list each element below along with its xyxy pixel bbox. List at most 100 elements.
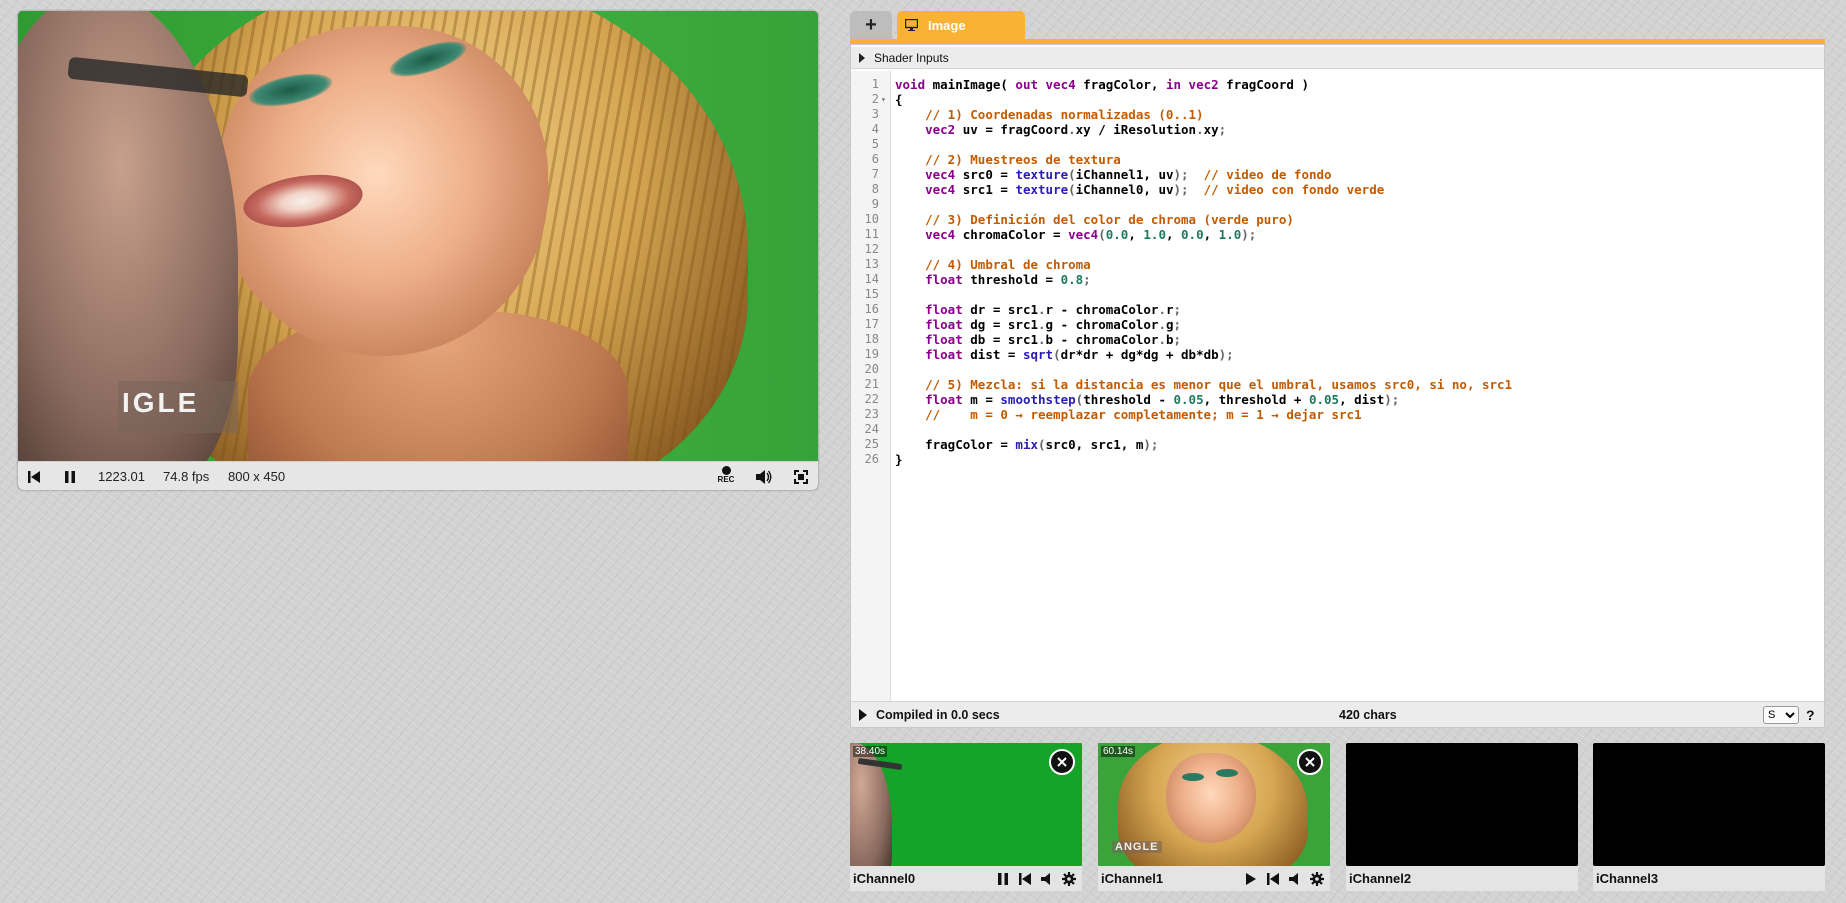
code-text: // m = 0 → reemplazar completamente; m =…: [925, 407, 1362, 422]
channel-thumb-eye: [1182, 773, 1204, 781]
code-text: // 5) Mezcla: si la distancia es menor q…: [925, 377, 1513, 392]
channel-bar: iChannel0: [850, 866, 1082, 891]
code-line: 1 void mainImage( out vec4 fragColor, in …: [851, 77, 1824, 92]
line-number: 16: [864, 302, 879, 316]
plus-icon: +: [865, 14, 877, 36]
code-text: float dr = src1.r - chromaColor.r;: [925, 302, 1182, 317]
remove-channel-button[interactable]: [1049, 749, 1075, 775]
code-text: vec4 src0 = texture(iChannel1, uv); // v…: [925, 167, 1332, 182]
channel-rewind-button[interactable]: [1266, 872, 1280, 886]
code-line: 8 vec4 src1 = texture(iChannel0, uv); //…: [851, 182, 1824, 197]
shader-inputs-label: Shader Inputs: [874, 50, 949, 65]
code-lines: 1 void mainImage( out vec4 fragColor, in …: [851, 77, 1824, 467]
channel-label: iChannel2: [1349, 871, 1412, 886]
line-number: 7: [871, 167, 879, 181]
monitor-icon: [905, 19, 918, 31]
remove-channel-button[interactable]: [1297, 749, 1323, 775]
fps-display: 74.8 fps: [163, 469, 210, 484]
channel-settings-button[interactable]: [1310, 871, 1324, 886]
code-line: 4 vec2 uv = fragCoord.xy / iResolution.x…: [851, 122, 1824, 137]
code-text: float dg = src1.g - chromaColor.g;: [925, 317, 1182, 332]
compile-button[interactable]: [859, 709, 867, 721]
line-number: 24: [864, 422, 879, 436]
code-text: // 1) Coordenadas normalizadas (0..1): [925, 107, 1204, 122]
code-text: fragColor = mix(src0, src1, m);: [895, 437, 1159, 452]
code-line: 23 // m = 0 → reemplazar completamente; …: [851, 407, 1824, 422]
code-text: float db = src1.b - chromaColor.b;: [925, 332, 1182, 347]
line-number: 23: [864, 407, 879, 421]
pause-icon: [65, 471, 75, 483]
code-text: float threshold = 0.8;: [925, 272, 1091, 287]
help-button[interactable]: ?: [1806, 702, 1815, 728]
fullscreen-button[interactable]: [792, 468, 810, 486]
channel-thumb-logo: ANGLE: [1112, 841, 1162, 853]
line-number: 2: [871, 92, 879, 106]
render-canvas[interactable]: IGLE: [18, 11, 818, 461]
code-line: 14 float threshold = 0.8;: [851, 272, 1824, 287]
channel-controls: [1244, 871, 1324, 886]
channel-bar: iChannel3: [1593, 866, 1825, 891]
code-text: void mainImage( out vec4 fragColor, in v…: [895, 77, 1309, 92]
line-number: 12: [864, 242, 879, 256]
channel-volume-button[interactable]: [1288, 872, 1302, 886]
code-line: 12: [851, 242, 1824, 257]
channel-pause-button[interactable]: [996, 872, 1010, 886]
code-text: vec2 uv = fragCoord.xy / iResolution.xy;: [925, 122, 1227, 137]
channel-rewind-button[interactable]: [1018, 872, 1032, 886]
pause-icon: [998, 872, 1008, 885]
pause-button[interactable]: [61, 468, 79, 486]
code-text: // 2) Muestreos de textura: [925, 152, 1121, 167]
line-number: 10: [864, 212, 879, 226]
shader-player: IGLE 1223.01 74.8 fps 800 x 450 REC: [18, 11, 818, 490]
line-number: 25: [864, 437, 879, 451]
close-icon: [1057, 757, 1067, 767]
record-label: REC: [717, 475, 735, 484]
fold-marker-icon[interactable]: ▾: [881, 92, 890, 107]
code-line: 10 // 3) Definición del color de chroma …: [851, 212, 1824, 227]
line-number: 1: [871, 77, 879, 91]
gear-icon: [1310, 871, 1324, 886]
shader-inputs-toggle[interactable]: Shader Inputs: [851, 47, 1824, 69]
channel-play-button[interactable]: [1244, 872, 1258, 886]
channel-preview-empty[interactable]: [1346, 743, 1578, 866]
rewind-icon: [1019, 872, 1031, 885]
channel-time: 60.14s: [1101, 746, 1136, 757]
code-text: vec4 chromaColor = vec4(0.0, 1.0, 0.0, 1…: [925, 227, 1257, 242]
record-button[interactable]: REC: [716, 466, 736, 488]
code-textarea[interactable]: 1 void mainImage( out vec4 fragColor, in …: [851, 71, 1824, 701]
record-icon: [721, 466, 731, 475]
line-number: 19: [864, 347, 879, 361]
rewind-icon: [28, 471, 40, 483]
compile-status: Compiled in 0.0 secs: [876, 708, 1000, 722]
code-line: 3 // 1) Coordenadas normalizadas (0..1): [851, 107, 1824, 122]
code-line: 6 // 2) Muestreos de textura: [851, 152, 1824, 167]
line-number: 5: [871, 137, 879, 151]
volume-button[interactable]: [755, 468, 773, 486]
resolution-display: 800 x 450: [228, 469, 286, 484]
rewind-button[interactable]: [25, 468, 43, 486]
channel-preview-empty[interactable]: [1593, 743, 1825, 866]
font-size-select[interactable]: S: [1763, 706, 1799, 724]
code-line: 15: [851, 287, 1824, 302]
code-line: 22 float m = smoothstep(threshold - 0.05…: [851, 392, 1824, 407]
line-number: 13: [864, 257, 879, 271]
channel-bar: iChannel1: [1098, 866, 1330, 891]
line-number: 6: [871, 152, 879, 166]
channel-preview[interactable]: ANGLE 60.14s: [1098, 743, 1330, 866]
code-line: 13 // 4) Umbral de chroma: [851, 257, 1824, 272]
code-line: 25 fragColor = mix(src0, src1, m);: [851, 437, 1824, 452]
tab-image[interactable]: Image: [897, 11, 1025, 39]
code-text: // 4) Umbral de chroma: [925, 257, 1091, 272]
channel-slot-2: iChannel2: [1346, 743, 1578, 891]
channel-settings-button[interactable]: [1062, 871, 1076, 886]
code-line: 26}: [851, 452, 1824, 467]
channel-thumb-eye: [1216, 769, 1238, 777]
code-line: 17 float dg = src1.g - chromaColor.g;: [851, 317, 1824, 332]
channel-controls: [996, 871, 1076, 886]
add-tab-button[interactable]: +: [850, 11, 892, 39]
line-number: 11: [864, 227, 879, 241]
code-line: 21 // 5) Mezcla: si la distancia es meno…: [851, 377, 1824, 392]
channel-preview[interactable]: 38.40s: [850, 743, 1082, 866]
volume-icon: [1041, 872, 1050, 885]
channel-volume-button[interactable]: [1040, 872, 1054, 886]
